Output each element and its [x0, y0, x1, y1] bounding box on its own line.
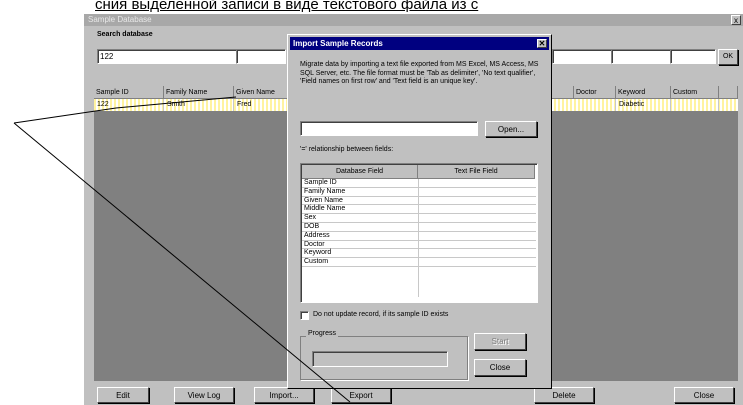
annotation-lines — [13, 96, 351, 403]
annotation-line-export — [13, 122, 351, 403]
annotation-line-row-start — [13, 107, 117, 124]
annotation-line-row — [115, 96, 237, 109]
